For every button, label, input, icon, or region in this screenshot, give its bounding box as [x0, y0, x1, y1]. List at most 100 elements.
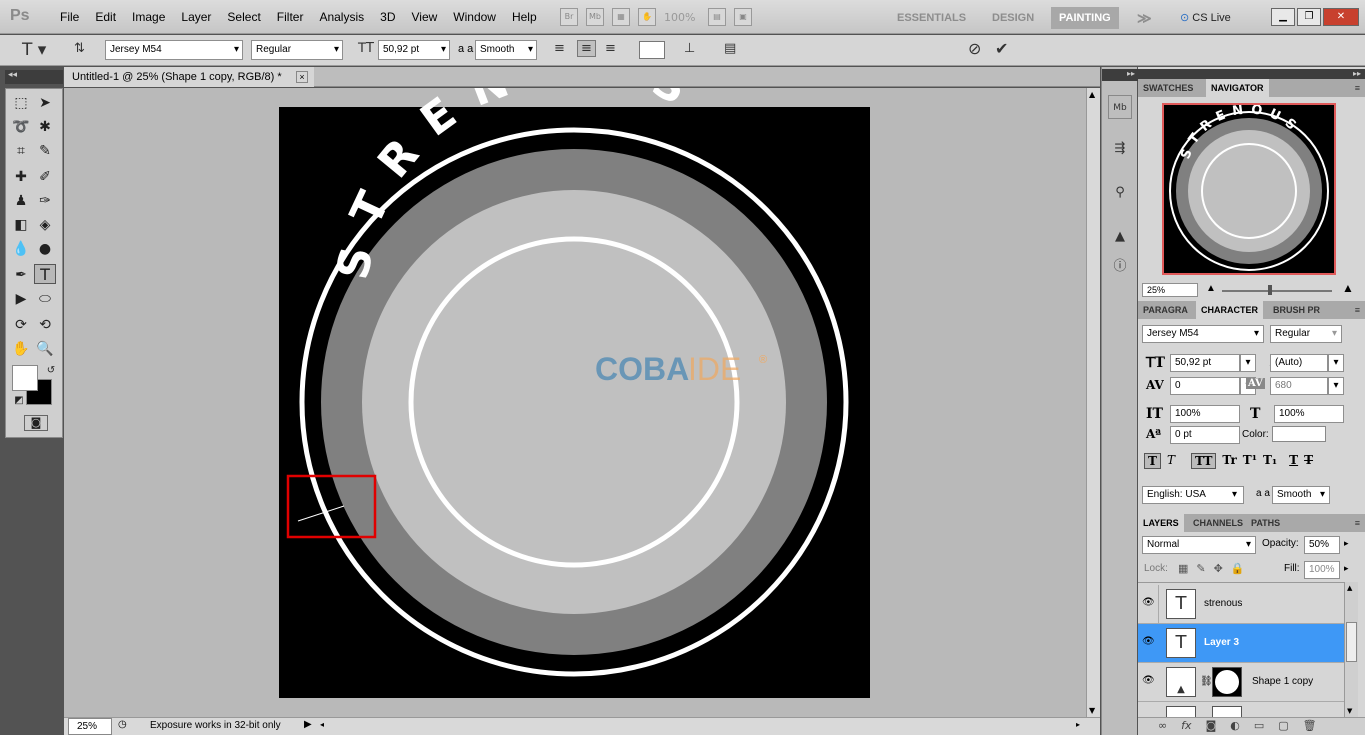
char-baseline-input[interactable]: 0 pt	[1170, 426, 1240, 444]
char-kerning-input[interactable]: 0	[1170, 377, 1240, 395]
char-color-swatch[interactable]	[1272, 426, 1326, 442]
history-brush-tool-icon[interactable]: ✑	[34, 191, 56, 211]
cs-live-button[interactable]: ⊙ CS Live	[1180, 7, 1231, 29]
align-center-icon[interactable]: ≡	[577, 40, 596, 57]
blend-mode-dropdown-icon[interactable]: ▾	[1246, 539, 1251, 550]
char-tracking-dropdown-icon[interactable]: ▾	[1328, 377, 1344, 395]
cancel-edits-icon[interactable]: ⊘	[968, 39, 981, 58]
char-leading-input[interactable]: (Auto)	[1270, 354, 1328, 372]
vertical-scrollbar[interactable]: ▲ ▼	[1086, 88, 1100, 717]
opacity-slider-icon[interactable]: ▸	[1344, 538, 1349, 549]
healing-brush-tool-icon[interactable]: ✚	[10, 167, 32, 187]
toggle-text-orientation-icon[interactable]: ⇅	[74, 41, 85, 56]
font-size-input[interactable]: 50,92 pt	[378, 40, 450, 60]
close-document-icon[interactable]: ×	[296, 71, 308, 83]
layer-name[interactable]: strenous	[1204, 598, 1242, 609]
tab-layers[interactable]: LAYERS	[1138, 514, 1184, 532]
status-menu-arrow-icon[interactable]: ▶	[304, 719, 312, 730]
character-menu-icon[interactable]: ≡	[1350, 301, 1365, 319]
navigator-zoom-input[interactable]: 25%	[1142, 283, 1198, 297]
fill-input[interactable]: 100%	[1304, 561, 1340, 579]
menu-image[interactable]: Image	[124, 10, 173, 24]
tab-channels[interactable]: CHANNELS	[1188, 514, 1248, 532]
char-hscale-input[interactable]: 100%	[1274, 405, 1344, 423]
menu-layer[interactable]: Layer	[173, 10, 219, 24]
char-font-size-input[interactable]: 50,92 pt	[1170, 354, 1240, 372]
film-strip-icon[interactable]: ▦	[612, 8, 630, 26]
new-layer-icon[interactable]: ▢	[1278, 718, 1288, 735]
navigator-menu-icon[interactable]: ≡	[1350, 79, 1365, 97]
antialias-select[interactable]: Smooth	[475, 40, 537, 60]
clone-stamp-tool-icon[interactable]: ♟	[10, 191, 32, 211]
visibility-eye-icon[interactable]: 👁	[1142, 636, 1155, 647]
document-tab[interactable]: Untitled-1 @ 25% (Shape 1 copy, RGB/8) *…	[64, 67, 314, 87]
commit-edits-icon[interactable]: ✔	[995, 39, 1008, 58]
fill-slider-icon[interactable]: ▸	[1344, 563, 1349, 574]
menu-3d[interactable]: 3D	[372, 10, 403, 24]
layers-scroll-down-icon[interactable]: ▼	[1347, 707, 1352, 715]
panels-collapse[interactable]: ▸▸	[1138, 69, 1365, 79]
zoom-in-icon[interactable]: ▲	[1342, 281, 1354, 295]
marquee-tool-icon[interactable]: ⬚	[10, 93, 32, 113]
layer-name[interactable]: Shape 1 copy	[1252, 676, 1313, 687]
workspace-essentials[interactable]: ESSENTIALS	[897, 7, 966, 29]
add-mask-icon[interactable]: ◙	[1206, 718, 1217, 735]
align-right-icon[interactable]: ≡	[605, 41, 616, 56]
underline-icon[interactable]: T	[1289, 453, 1298, 469]
brush-tool-icon[interactable]: ✐	[34, 167, 56, 187]
menu-select[interactable]: Select	[219, 10, 268, 24]
lock-transparent-icon[interactable]: ▦	[1178, 562, 1188, 575]
actions-panel-icon[interactable]: ⚲	[1108, 181, 1132, 205]
tab-brush-presets[interactable]: BRUSH PR	[1268, 301, 1325, 319]
magic-wand-tool-icon[interactable]: ✱	[34, 117, 56, 137]
visibility-eye-icon[interactable]: 👁	[1142, 597, 1155, 608]
3d-orbit-tool-icon[interactable]: ⟲	[34, 315, 56, 335]
scroll-down-icon[interactable]: ▼	[1089, 706, 1095, 715]
zoom-out-icon[interactable]: ▲	[1206, 283, 1216, 294]
3d-rotate-tool-icon[interactable]: ⟳	[10, 315, 32, 335]
path-selection-tool-icon[interactable]: ▶	[10, 289, 32, 309]
histogram-panel-icon[interactable]: ▲	[1108, 225, 1132, 249]
strikethrough-icon[interactable]: T	[1304, 453, 1313, 469]
layer-row[interactable]	[1138, 702, 1344, 717]
menu-view[interactable]: View	[403, 10, 445, 24]
menu-analysis[interactable]: Analysis	[311, 10, 372, 24]
workspace-more[interactable]: ≫	[1137, 7, 1152, 29]
opacity-input[interactable]: 50%	[1304, 536, 1340, 554]
lock-paint-icon[interactable]: ✎	[1196, 562, 1205, 575]
screen-mode-icon[interactable]: ▣	[734, 8, 752, 26]
small-caps-icon[interactable]: Tr	[1222, 453, 1236, 469]
char-font-family-dropdown-icon[interactable]: ▾	[1254, 328, 1259, 339]
faux-bold-icon[interactable]: T	[1144, 453, 1161, 469]
navigator-zoom-slider[interactable]	[1222, 290, 1332, 292]
pen-tool-icon[interactable]: ✒	[10, 265, 32, 285]
layer-row[interactable]: 👁 T strenous	[1138, 585, 1344, 624]
layer-style-icon[interactable]: fx	[1181, 718, 1191, 735]
navigator-preview[interactable]: STRENOUS	[1162, 102, 1336, 275]
workspace-design[interactable]: DESIGN	[992, 7, 1034, 29]
link-layers-icon[interactable]: ∞	[1158, 718, 1167, 735]
char-language-dropdown-icon[interactable]: ▾	[1232, 489, 1237, 500]
info-panel-icon[interactable]: ⓘ	[1108, 255, 1132, 279]
char-font-style-dropdown-icon[interactable]: ▾	[1332, 328, 1337, 339]
tab-navigator[interactable]: NAVIGATOR	[1206, 79, 1269, 97]
layers-scroll-thumb[interactable]	[1346, 622, 1357, 662]
restore-button[interactable]: ❐	[1297, 8, 1321, 26]
ellipse-tool-icon[interactable]: ⬭	[34, 289, 56, 309]
char-antialias-dropdown-icon[interactable]: ▾	[1320, 489, 1325, 500]
tab-paths[interactable]: PATHS	[1246, 514, 1285, 532]
default-colors-icon[interactable]: ◩	[8, 391, 30, 411]
align-left-icon[interactable]: ≡	[554, 41, 565, 56]
workspace-painting[interactable]: PAINTING	[1051, 7, 1119, 29]
menu-file[interactable]: File	[52, 10, 87, 24]
swap-colors-icon[interactable]: ↺	[40, 361, 62, 381]
lock-position-icon[interactable]: ✥	[1214, 562, 1223, 575]
all-caps-icon[interactable]: TT	[1190, 453, 1217, 469]
type-tool-icon[interactable]: T	[34, 264, 56, 284]
menu-filter[interactable]: Filter	[269, 10, 312, 24]
quick-mask-icon[interactable]: ◙	[24, 415, 48, 431]
status-info-icon[interactable]: ◷	[118, 719, 127, 730]
text-color-swatch[interactable]	[639, 41, 665, 59]
layer-row-selected[interactable]: 👁 T Layer 3	[1138, 624, 1344, 663]
hscroll-left-icon[interactable]: ◂	[320, 720, 324, 729]
